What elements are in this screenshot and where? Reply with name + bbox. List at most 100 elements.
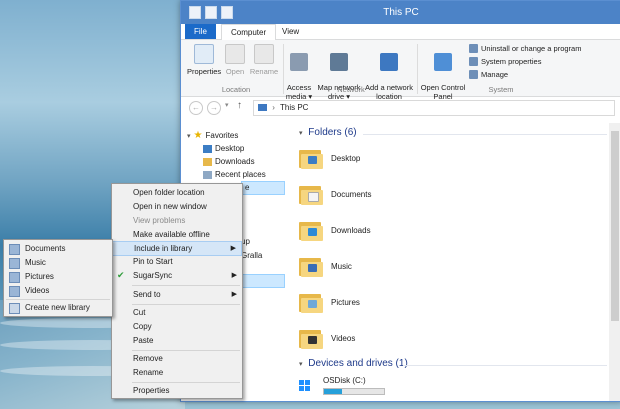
- menu-separator: [132, 382, 240, 383]
- network-drive-icon: [330, 53, 348, 71]
- nav-item-selected[interactable]: e: [241, 181, 285, 195]
- open-button[interactable]: Open: [223, 44, 247, 76]
- system-properties-button[interactable]: System properties: [469, 57, 541, 66]
- recent-places-icon: [203, 170, 212, 179]
- new-library-icon: [9, 303, 20, 314]
- forward-button[interactable]: →: [207, 101, 221, 115]
- folder-icon: [299, 147, 323, 169]
- chevron-right-icon: ▶: [231, 291, 237, 298]
- group-separator: [417, 44, 418, 94]
- menu-separator: [132, 285, 240, 286]
- folder-icon: [299, 183, 323, 205]
- access-media-button[interactable]: Access media ▾: [285, 44, 313, 101]
- library-item-music[interactable]: Music: [4, 256, 112, 269]
- nav-item-selected[interactable]: [241, 274, 285, 288]
- library-icon: [9, 244, 20, 255]
- context-menu: Open folder location Open in new window …: [111, 183, 243, 399]
- menu-item-copy[interactable]: Copy: [112, 320, 242, 333]
- menu-separator: [6, 299, 110, 300]
- menu-item-cut[interactable]: Cut: [112, 306, 242, 319]
- window-title: This PC: [383, 7, 419, 18]
- tab-computer[interactable]: Computer: [221, 24, 277, 40]
- menu-item-open-in-new-window[interactable]: Open in new window: [112, 200, 242, 213]
- menu-item-rename[interactable]: Rename: [112, 366, 242, 379]
- chevron-down-icon[interactable]: ▾: [225, 101, 229, 109]
- menu-item-make-available-offline[interactable]: Make available offline: [112, 228, 242, 241]
- windows-drive-icon: [299, 380, 311, 391]
- folder-item-music[interactable]: Music: [299, 255, 352, 277]
- devices-header[interactable]: ▾ Devices and drives (1): [299, 358, 408, 369]
- scrollbar-thumb[interactable]: [611, 131, 619, 321]
- menu-item-sugarsync[interactable]: ✔ SugarSync ▶: [112, 269, 242, 282]
- ribbon: Properties Open Rename Location Access m…: [181, 40, 620, 101]
- sugarsync-icon: ✔: [117, 270, 125, 280]
- library-item-documents[interactable]: Documents: [4, 242, 112, 255]
- drive-usage-bar: [323, 388, 385, 395]
- library-icon: [9, 286, 20, 297]
- properties-button[interactable]: Properties: [187, 44, 221, 76]
- folder-icon: [299, 255, 323, 277]
- chevron-down-icon: ▾: [299, 361, 303, 368]
- nav-item-desktop[interactable]: Desktop: [203, 144, 244, 153]
- folders-header[interactable]: ▾ Folders (6): [299, 127, 357, 138]
- nav-item-recent-places[interactable]: Recent places: [203, 170, 266, 179]
- vertical-scrollbar[interactable]: [609, 123, 620, 401]
- nav-item-downloads[interactable]: Downloads: [203, 157, 255, 166]
- folder-item-videos[interactable]: Videos: [299, 327, 355, 349]
- folder-icon: [299, 219, 323, 241]
- group-label-system: System: [488, 85, 514, 94]
- open-control-panel-button[interactable]: Open Control Panel: [419, 44, 467, 101]
- desktop-icon: [203, 144, 212, 153]
- address-bar-row: ← → ▾ ↑ › This PC: [181, 97, 620, 119]
- tab-view[interactable]: View: [273, 24, 308, 39]
- folder-item-downloads[interactable]: Downloads: [299, 219, 371, 241]
- menu-item-paste[interactable]: Paste: [112, 334, 242, 347]
- breadcrumb-this-pc[interactable]: This PC: [280, 103, 308, 112]
- folder-item-desktop[interactable]: Desktop: [299, 147, 360, 169]
- rename-button[interactable]: Rename: [249, 44, 279, 76]
- nav-favorites[interactable]: ▾ ★ Favorites: [187, 130, 238, 141]
- folder-item-documents[interactable]: Documents: [299, 183, 371, 205]
- drive-item-c[interactable]: OSDisk (C:): [299, 376, 385, 395]
- library-icon: [9, 272, 20, 283]
- network-location-icon: [380, 53, 398, 71]
- chevron-down-icon: ▾: [299, 130, 303, 137]
- tab-file[interactable]: File: [185, 24, 216, 39]
- up-button[interactable]: ↑: [237, 100, 242, 111]
- menu-item-pin-to-start[interactable]: Pin to Start: [112, 255, 242, 268]
- section-divider: [363, 134, 607, 135]
- menu-item-send-to[interactable]: Send to ▶: [112, 288, 242, 301]
- menu-item-view-problems[interactable]: View problems: [112, 214, 242, 227]
- chevron-down-icon: ▾: [187, 132, 191, 140]
- uninstall-program-button[interactable]: Uninstall or change a program: [469, 44, 581, 53]
- content-pane: ▾ Folders (6) Desktop Documents Download…: [291, 123, 620, 401]
- uninstall-icon: [469, 44, 478, 53]
- menu-item-remove[interactable]: Remove: [112, 352, 242, 365]
- group-label-location: Location: [221, 85, 251, 94]
- address-field[interactable]: › This PC: [253, 100, 615, 116]
- open-icon: [225, 44, 245, 64]
- nav-item-partial[interactable]: Gralla: [241, 251, 262, 260]
- manage-icon: [469, 70, 478, 79]
- library-item-videos[interactable]: Videos: [4, 284, 112, 297]
- folder-icon: [299, 327, 323, 349]
- menu-separator: [132, 350, 240, 351]
- group-separator: [283, 44, 284, 94]
- manage-button[interactable]: Manage: [469, 70, 508, 79]
- check-icon: [469, 57, 478, 66]
- menu-item-include-in-library[interactable]: Include in library ▶: [112, 241, 242, 256]
- menu-item-open-folder-location[interactable]: Open folder location: [112, 186, 242, 199]
- create-new-library-button[interactable]: Create new library: [4, 301, 112, 314]
- control-panel-icon: [434, 53, 452, 71]
- computer-icon: [258, 104, 267, 112]
- folder-item-pictures[interactable]: Pictures: [299, 291, 360, 313]
- library-item-pictures[interactable]: Pictures: [4, 270, 112, 283]
- menu-item-properties[interactable]: Properties: [112, 384, 242, 397]
- properties-icon: [194, 44, 214, 64]
- section-divider: [403, 365, 607, 366]
- downloads-icon: [203, 157, 212, 166]
- title-bar[interactable]: This PC: [181, 1, 620, 24]
- star-icon: ★: [193, 130, 203, 141]
- back-button[interactable]: ←: [189, 101, 203, 115]
- library-submenu: Documents Music Pictures Videos Create n…: [3, 239, 113, 317]
